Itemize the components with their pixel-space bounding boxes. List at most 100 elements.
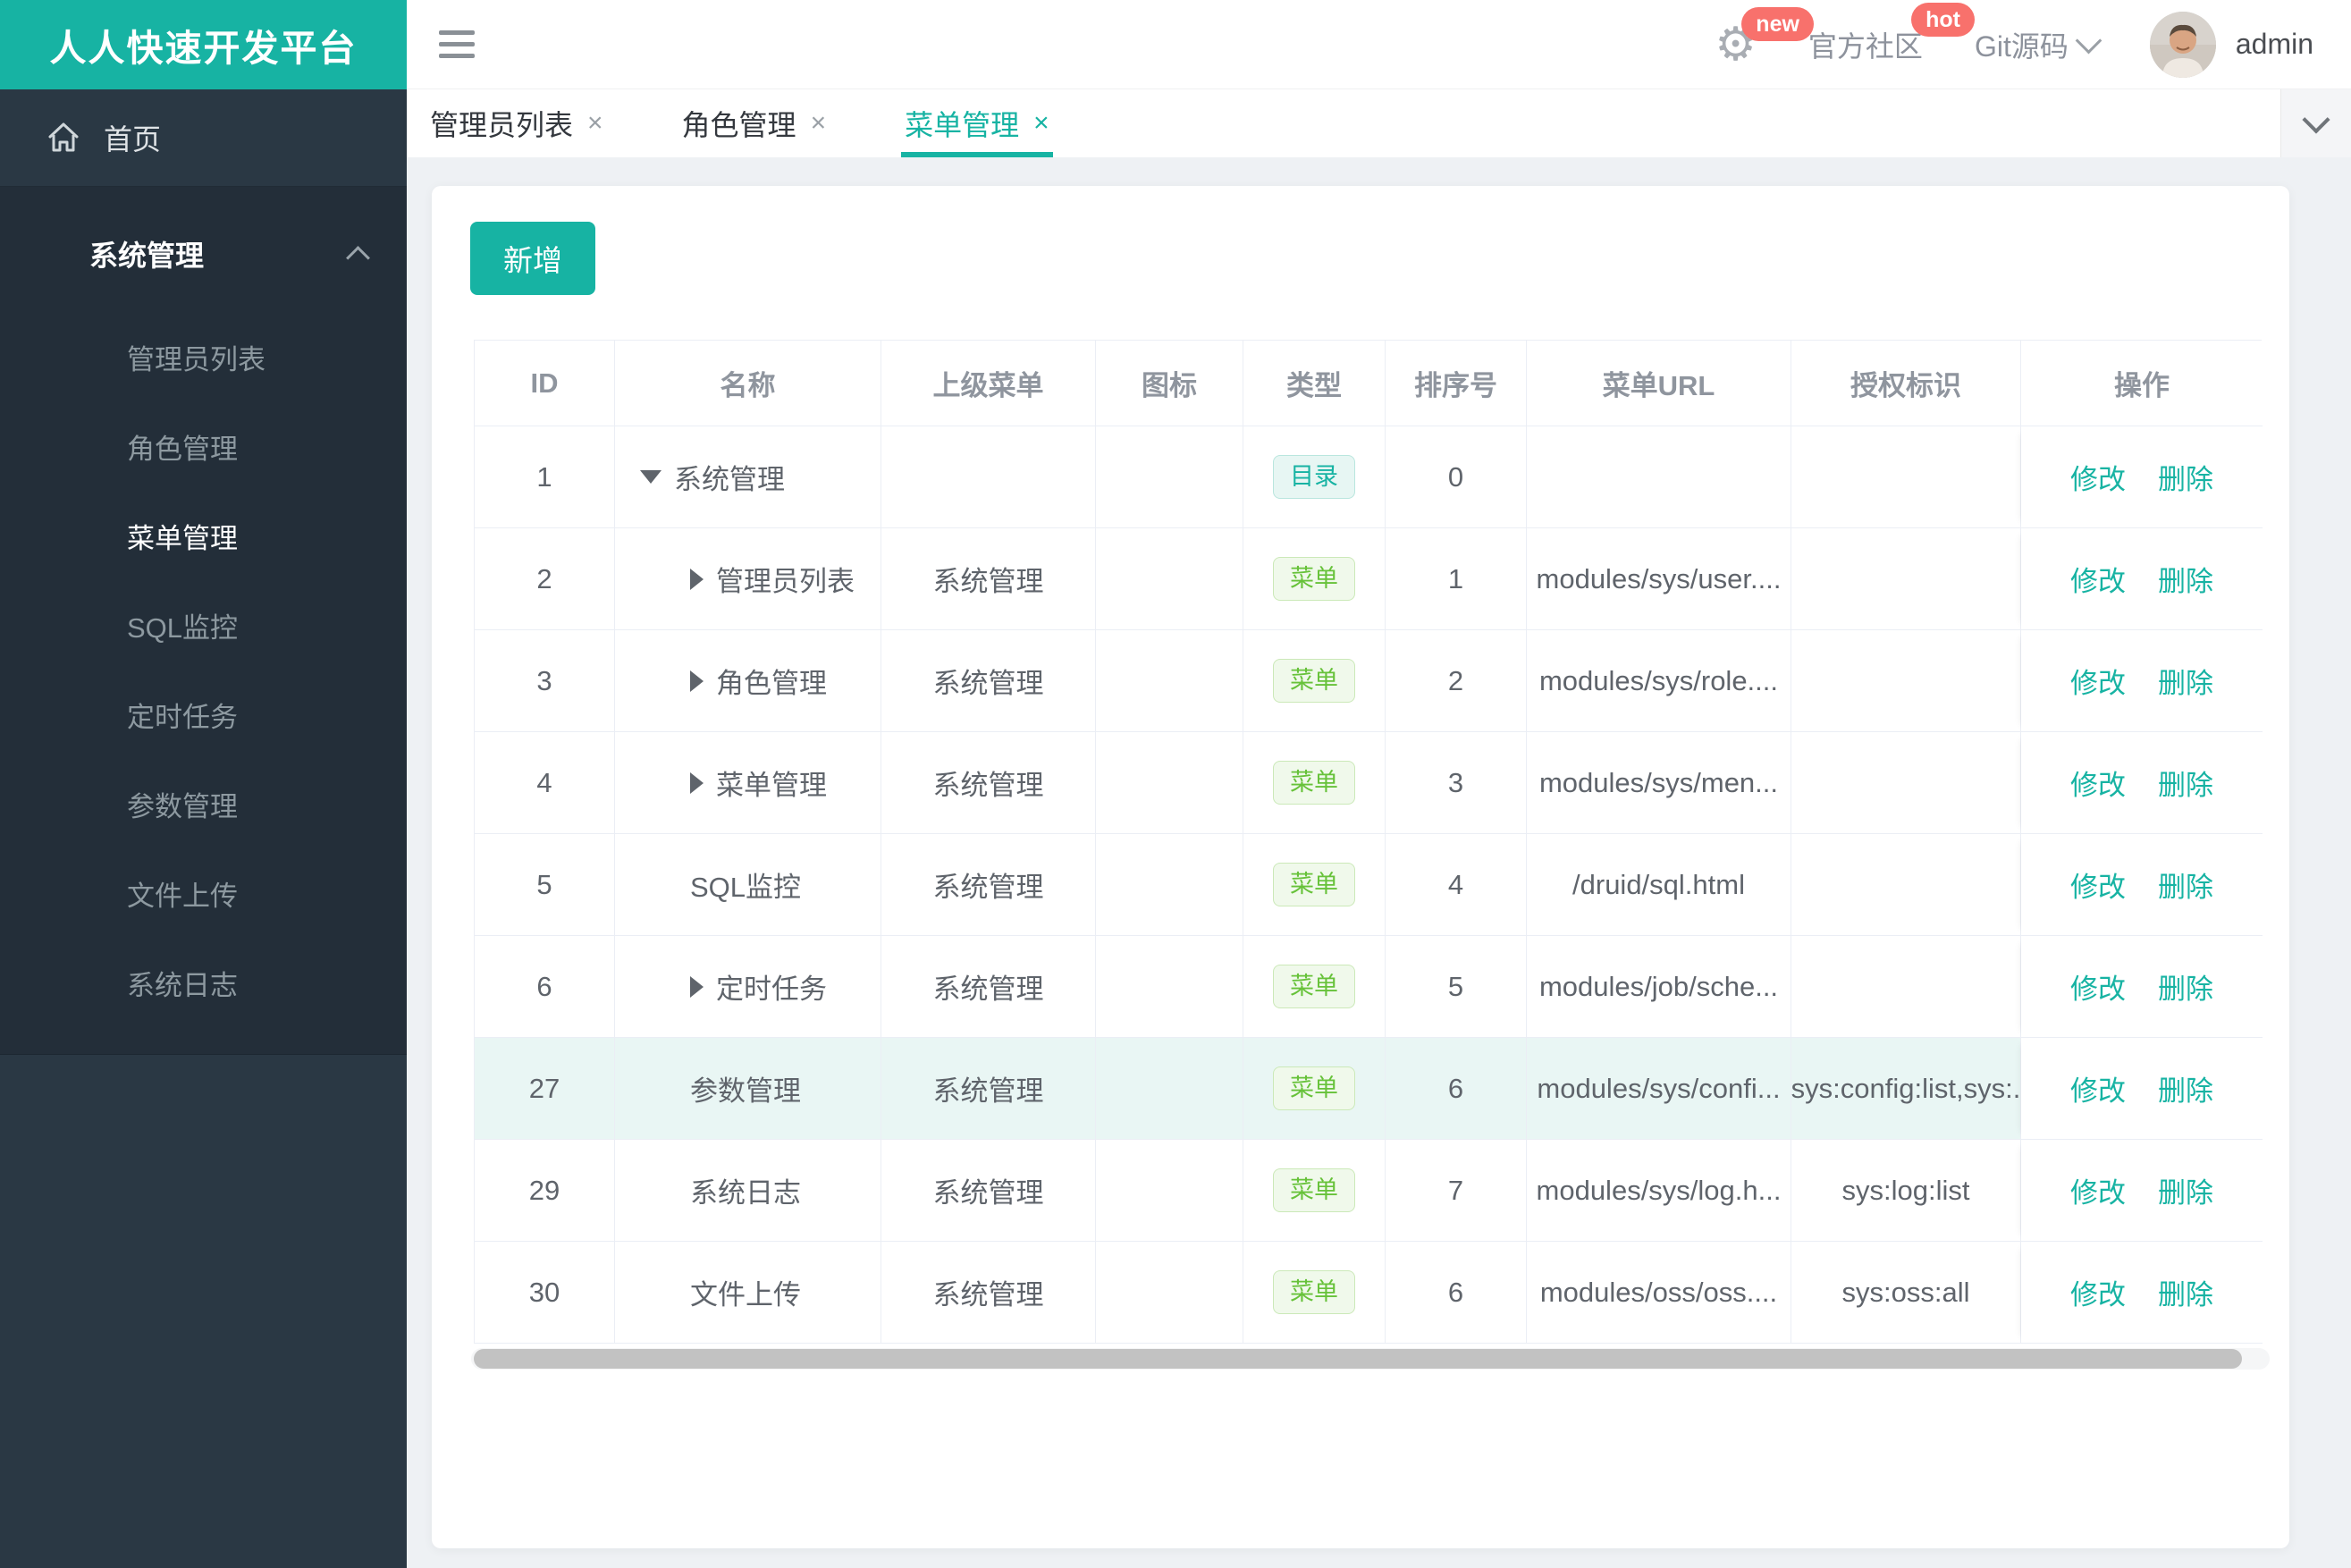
edit-link[interactable]: 修改 [2070,966,2126,1007]
cell-icon [1096,834,1243,936]
cell-parent-menu: 系统管理 [881,630,1096,732]
edit-link[interactable]: 修改 [2070,661,2126,701]
cell-auth-mark: sys:oss:all [1791,1242,2021,1344]
delete-link[interactable]: 删除 [2158,966,2213,1007]
delete-link[interactable]: 删除 [2158,1068,2213,1109]
add-button[interactable]: 新增 [470,222,595,295]
sidebar-item-5[interactable]: 参数管理 [0,763,407,852]
collapse-arrow-icon[interactable] [640,470,661,484]
cell-name: SQL监控 [615,834,881,936]
cell-name: 文件上传 [615,1242,881,1344]
column-header-5: 排序号 [1386,341,1527,426]
cell-order: 7 [1386,1140,1527,1242]
type-badge-menu: 菜单 [1273,760,1355,805]
sidebar-item-7[interactable]: 系统日志 [0,941,407,1031]
sidebar-item-0[interactable]: 管理员列表 [0,316,407,405]
sidebar-toggle-hamburger-icon[interactable] [439,30,475,58]
sidebar-item-3[interactable]: SQL监控 [0,584,407,673]
horizontal-scrollbar-thumb[interactable] [474,1349,2242,1369]
sidebar-item-2[interactable]: 菜单管理 [0,494,407,584]
cell-auth-mark [1791,732,2021,834]
cell-id: 4 [475,732,615,834]
community-link[interactable]: 官方社区 hot [1808,2,1975,65]
edit-link[interactable]: 修改 [2070,1170,2126,1210]
cell-order: 2 [1386,630,1527,732]
sidebar-item-home[interactable]: 首页 [0,89,407,187]
cell-order: 6 [1386,1242,1527,1344]
cell-auth-mark [1791,936,2021,1038]
menu-table: ID 名称 上级菜单 图标 类型 排序号 菜单URL 授权标识 操作 1 系统管理 目录 0 修改 删除 2… [474,340,2263,1344]
edit-link[interactable]: 修改 [2070,864,2126,905]
column-header-0: ID [475,341,615,426]
menu-name-label: 参数管理 [690,1075,801,1107]
edit-link[interactable]: 修改 [2070,1068,2126,1109]
menu-name-label: 系统日志 [690,1177,801,1209]
expand-arrow-icon[interactable] [690,568,704,590]
menu-name-label: 管理员列表 [716,566,855,597]
expand-arrow-icon[interactable] [690,670,704,692]
edit-link[interactable]: 修改 [2070,763,2126,803]
sidebar-item-4[interactable]: 定时任务 [0,673,407,763]
cell-menu-url: modules/sys/user.... [1527,528,1791,630]
edit-link[interactable]: 修改 [2070,1272,2126,1312]
expand-arrow-icon[interactable] [690,975,704,998]
menu-name-label: 菜单管理 [716,770,827,801]
cell-type: 菜单 [1243,834,1386,936]
tab-2[interactable]: 菜单管理 × [901,89,1053,157]
table-row: 3 角色管理 系统管理 菜单 2 modules/sys/role.... 修改 删除 [475,630,2263,732]
app-logo: 人人快速开发平台 [0,0,407,89]
sidebar-group-system-title[interactable]: 系统管理 [0,187,407,316]
delete-link[interactable]: 删除 [2158,1170,2213,1210]
type-badge-menu: 菜单 [1273,1269,1355,1315]
tab-0[interactable]: 管理员列表 × [430,89,603,157]
cell-icon [1096,1242,1243,1344]
cell-id: 27 [475,1038,615,1140]
cell-icon [1096,528,1243,630]
cell-parent-menu: 系统管理 [881,1242,1096,1344]
cell-order: 0 [1386,426,1527,528]
cell-actions: 修改 删除 [2021,630,2263,732]
cell-actions: 修改 删除 [2021,834,2263,936]
cell-id: 5 [475,834,615,936]
tab-close-icon[interactable]: × [587,108,603,139]
cell-type: 菜单 [1243,1242,1386,1344]
column-header-7: 授权标识 [1791,341,2021,426]
cell-type: 菜单 [1243,732,1386,834]
menu-name-label: 系统管理 [674,464,785,495]
tab-list-dropdown-button[interactable] [2280,89,2351,157]
tab-close-icon[interactable]: × [1033,108,1049,139]
table-row: 6 定时任务 系统管理 菜单 5 modules/job/sche... 修改 删除 [475,936,2263,1038]
cell-menu-url: modules/sys/confi... [1527,1038,1791,1140]
tab-label: 管理员列表 [430,109,574,141]
edit-link[interactable]: 修改 [2070,559,2126,599]
app-window: 人人快速开发平台 ⚙ new 官方社区 hot Git源码 admin 首页 系… [0,0,2351,1568]
chevron-down-icon [2302,105,2330,134]
tab-label: 角色管理 [681,109,796,141]
delete-link[interactable]: 删除 [2158,457,2213,497]
sidebar-item-1[interactable]: 角色管理 [0,405,407,494]
cell-icon [1096,630,1243,732]
horizontal-scrollbar-track[interactable] [471,1348,2270,1370]
settings-button[interactable]: ⚙ new [1715,6,1814,68]
user-menu[interactable]: admin [2149,11,2313,78]
delete-link[interactable]: 删除 [2158,559,2213,599]
edit-link[interactable]: 修改 [2070,457,2126,497]
main-content-area: 新增 ID 名称 上级菜单 图标 类型 排序号 菜单URL 授权标识 操作 1 系统管理 目录 0 修改… [407,157,2351,1568]
git-source-dropdown[interactable]: Git源码 [1975,24,2102,65]
cell-icon [1096,936,1243,1038]
delete-link[interactable]: 删除 [2158,661,2213,701]
cell-auth-mark: sys:config:list,sys:. [1791,1038,2021,1140]
delete-link[interactable]: 删除 [2158,763,2213,803]
cell-auth-mark [1791,426,2021,528]
tab-1[interactable]: 角色管理 × [682,89,827,157]
expand-arrow-icon[interactable] [690,771,704,794]
sidebar-item-6[interactable]: 文件上传 [0,852,407,941]
username-label: admin [2235,28,2313,60]
cell-actions: 修改 删除 [2021,426,2263,528]
menu-name-label: 定时任务 [716,974,827,1005]
tab-close-icon[interactable]: × [811,108,827,139]
cell-actions: 修改 删除 [2021,1140,2263,1242]
cell-menu-url: modules/sys/log.h... [1527,1140,1791,1242]
delete-link[interactable]: 删除 [2158,864,2213,905]
delete-link[interactable]: 删除 [2158,1272,2213,1312]
